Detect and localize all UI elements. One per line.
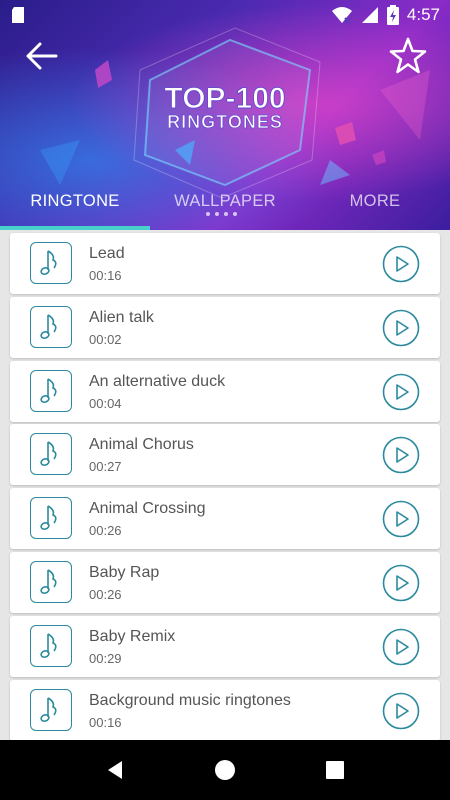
play-circle-icon bbox=[382, 500, 420, 538]
system-nav-bar bbox=[0, 740, 450, 800]
arrow-left-icon bbox=[26, 42, 58, 70]
ringtone-row[interactable]: Animal Crossing 00:26 bbox=[10, 488, 440, 550]
logo-line2: RINGTONES bbox=[167, 112, 283, 132]
ringtone-duration: 00:16 bbox=[89, 714, 122, 730]
play-circle-icon bbox=[382, 245, 420, 283]
play-button[interactable] bbox=[382, 436, 420, 474]
status-time: 4:57 bbox=[406, 5, 440, 24]
play-circle-icon bbox=[382, 309, 420, 347]
nav-back-button[interactable] bbox=[100, 755, 130, 785]
ringtone-duration: 00:26 bbox=[89, 523, 122, 539]
ringtone-title: Background music ringtones bbox=[89, 691, 291, 709]
logo-line1: TOP-100 bbox=[164, 82, 285, 115]
square-recents-icon bbox=[326, 761, 344, 779]
music-note-icon bbox=[30, 561, 72, 603]
play-button[interactable] bbox=[382, 245, 420, 283]
ringtone-row[interactable]: Alien talk 00:02 bbox=[10, 296, 440, 358]
ringtone-duration: 00:26 bbox=[89, 587, 122, 602]
play-button[interactable] bbox=[382, 373, 420, 411]
play-button[interactable] bbox=[382, 309, 420, 347]
back-button[interactable] bbox=[20, 38, 64, 74]
ringtone-title: An alternative duck bbox=[89, 372, 226, 390]
music-note-icon bbox=[30, 369, 72, 412]
play-button[interactable] bbox=[382, 500, 420, 538]
nav-recents-button[interactable] bbox=[320, 755, 350, 785]
play-circle-icon bbox=[382, 373, 420, 410]
music-note-icon bbox=[30, 433, 72, 476]
play-circle-icon bbox=[382, 564, 420, 602]
cellular-icon bbox=[361, 7, 378, 23]
ringtone-title: Baby Rap bbox=[89, 564, 160, 581]
tab-ringtone[interactable]: RINGTONE bbox=[0, 186, 150, 216]
tab-more[interactable]: MORE bbox=[300, 186, 450, 216]
battery-charging-icon bbox=[386, 5, 399, 25]
wifi-icon bbox=[331, 7, 352, 24]
app-header: TOP-100 RINGTONES 4:57 RINGTONE WALLPAPE… bbox=[0, 0, 450, 230]
ringtone-row[interactable]: Lead 00:16 bbox=[10, 233, 440, 294]
status-bar: 4:57 bbox=[0, 0, 450, 30]
ringtone-title: Animal Crossing bbox=[89, 500, 206, 518]
music-note-icon bbox=[30, 688, 72, 731]
music-note-icon bbox=[30, 624, 72, 667]
ringtone-list[interactable]: Lead 00:16 Alien talk 00:02 An alternative d… bbox=[0, 230, 450, 740]
sd-card-icon bbox=[12, 7, 24, 23]
ringtone-row[interactable]: Animal Chorus 00:27 bbox=[10, 424, 440, 486]
star-outline-icon bbox=[389, 37, 427, 74]
ringtone-row[interactable]: Baby Remix 00:29 bbox=[10, 615, 440, 677]
favorite-button[interactable] bbox=[386, 34, 430, 78]
ringtone-row[interactable]: An alternative duck 00:04 bbox=[10, 360, 440, 422]
play-circle-icon bbox=[382, 692, 420, 729]
play-button[interactable] bbox=[382, 564, 420, 602]
music-note-icon bbox=[30, 497, 72, 540]
ringtone-row[interactable]: Baby Rap 00:26 bbox=[10, 552, 440, 613]
ringtone-duration: 00:29 bbox=[89, 650, 122, 666]
play-circle-icon bbox=[382, 628, 420, 666]
play-button[interactable] bbox=[382, 628, 420, 666]
circle-home-icon bbox=[215, 760, 235, 780]
play-button[interactable] bbox=[382, 692, 420, 730]
triangle-back-icon bbox=[108, 761, 122, 779]
ringtone-title: Baby Remix bbox=[89, 627, 176, 645]
ringtone-row[interactable]: Background music ringtones 00:16 bbox=[10, 679, 440, 740]
music-note-icon bbox=[30, 242, 72, 284]
ringtone-title: Lead bbox=[89, 245, 125, 262]
ringtone-duration: 00:27 bbox=[89, 459, 122, 475]
ringtone-duration: 00:02 bbox=[89, 331, 122, 347]
ringtone-duration: 00:04 bbox=[89, 395, 122, 411]
ringtone-duration: 00:16 bbox=[89, 268, 122, 283]
page-indicator bbox=[206, 212, 237, 216]
music-note-icon bbox=[30, 305, 72, 348]
ringtone-title: Alien talk bbox=[89, 308, 154, 326]
nav-home-button[interactable] bbox=[210, 755, 240, 785]
ringtone-title: Animal Chorus bbox=[89, 436, 194, 454]
play-circle-icon bbox=[382, 437, 420, 474]
